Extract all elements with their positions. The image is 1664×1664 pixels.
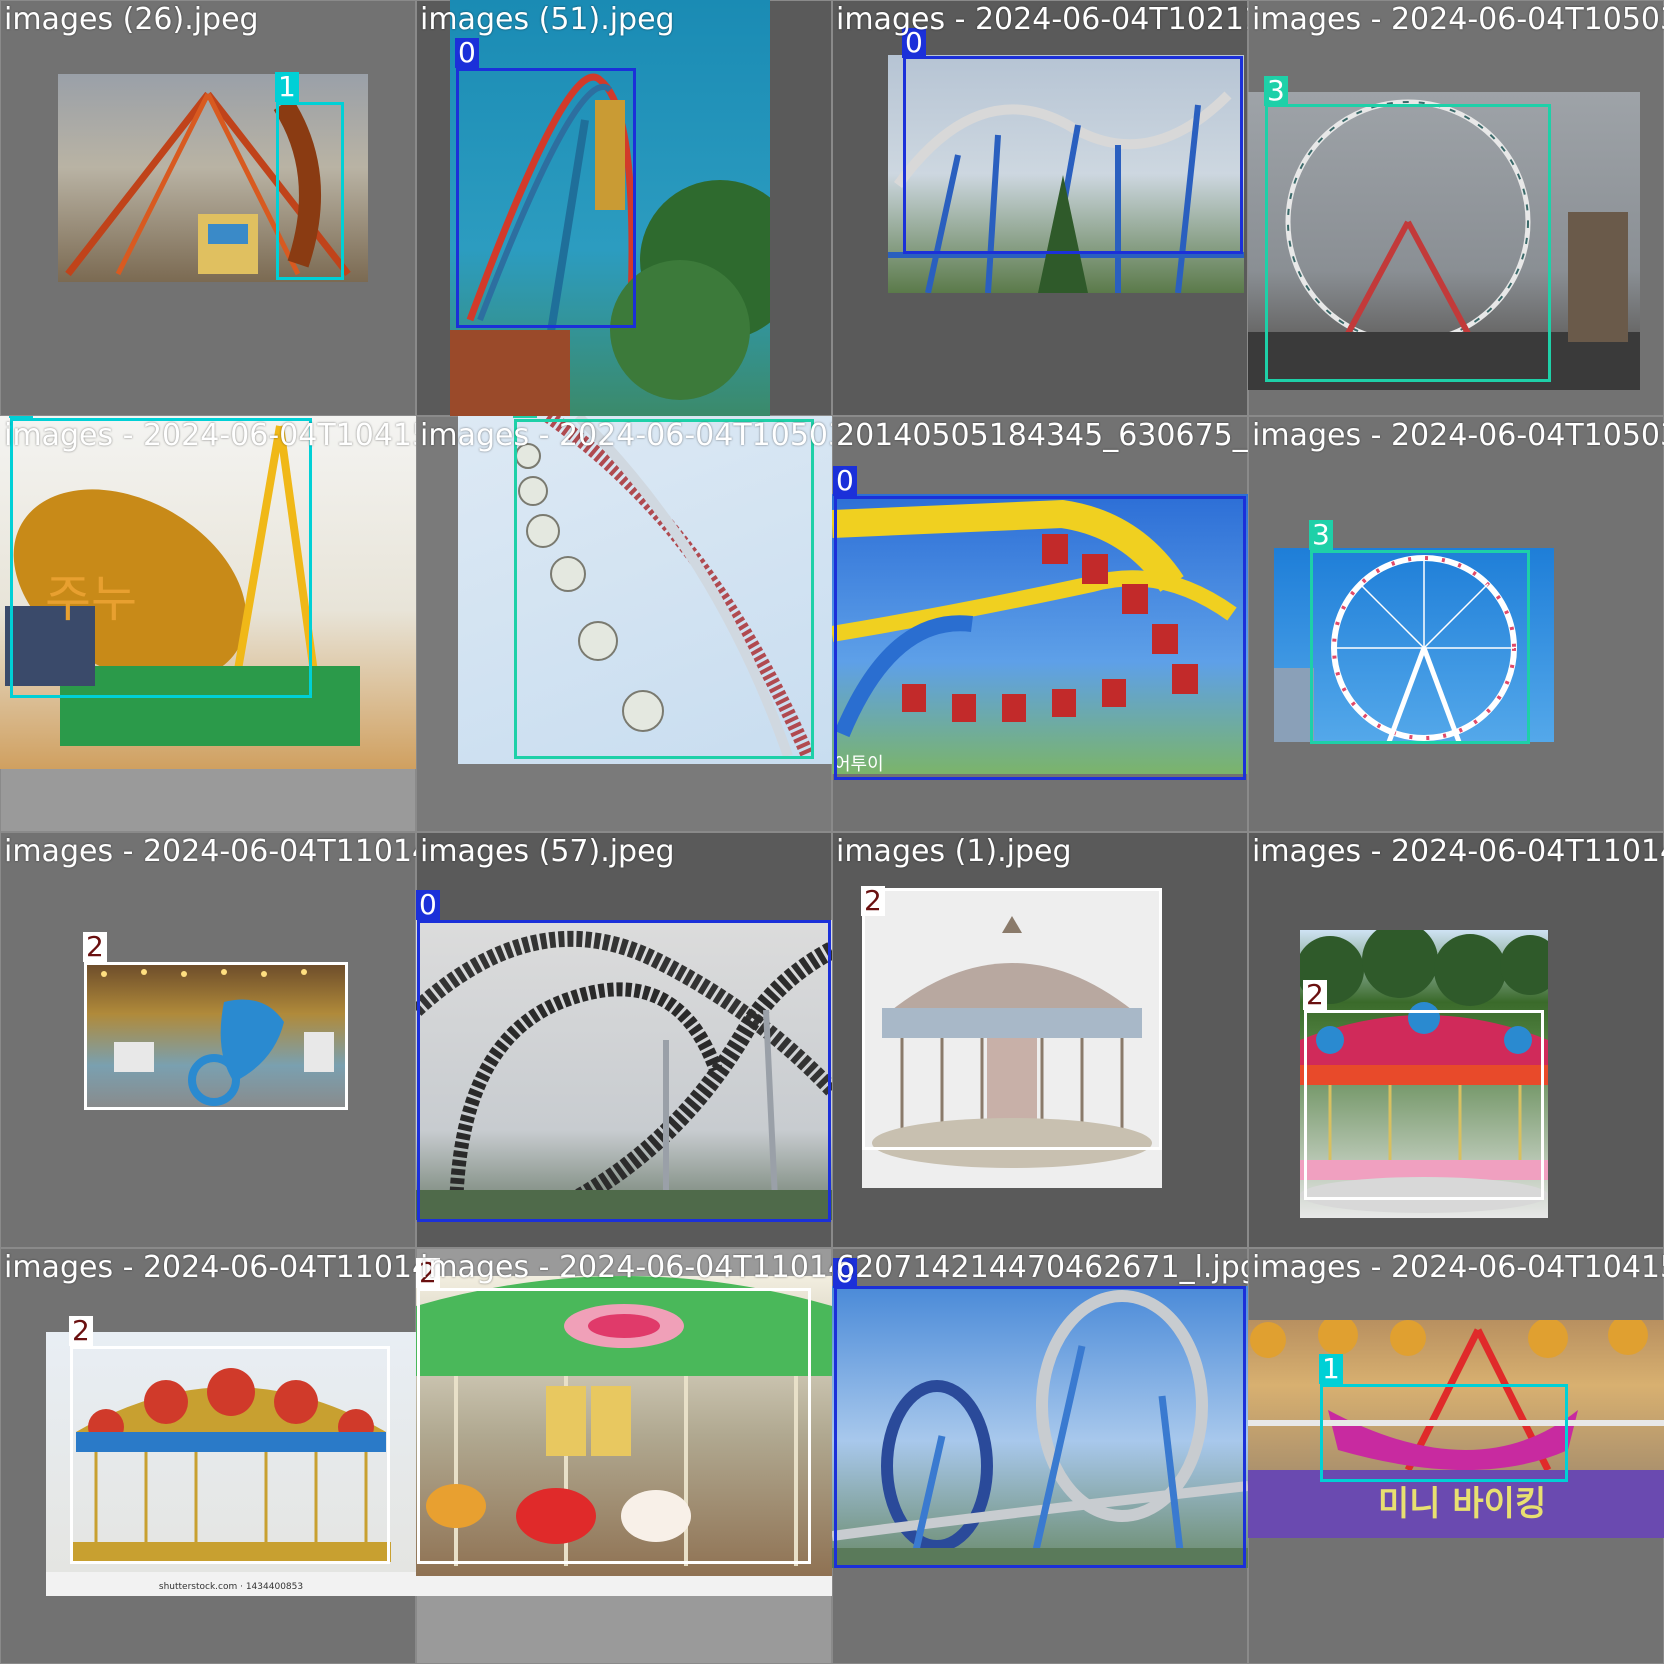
tile[interactable]: 2 images - 2024-06-04T110143.362.jpeg bbox=[416, 1248, 832, 1664]
detection-box bbox=[834, 1286, 1246, 1568]
tile[interactable]: 3 images - 2024-06-04T105039 bbox=[1248, 416, 1664, 832]
class-label: 2 bbox=[1303, 980, 1327, 1010]
tile[interactable]: 3 images - 2024-06-04T105032.jpeg bbox=[416, 416, 832, 832]
tile-filename: 620714214470462671_l.jpg bbox=[836, 1250, 1248, 1285]
tile-filename: images - 2024-06-04T110147.653.jpeg bbox=[4, 1250, 416, 1285]
class-label: 1 bbox=[275, 72, 299, 102]
detection-box bbox=[834, 496, 1246, 780]
tile-filename: images - 2024-06-04T105039 bbox=[1252, 2, 1664, 37]
tile[interactable]: 어투이 0 20140505184345_630675_600_394.jpg bbox=[832, 416, 1248, 832]
tile-filename: images - 2024-06-04T102116.630.jpeg bbox=[836, 2, 1248, 37]
detection-box bbox=[862, 888, 1162, 1150]
tile-filename: images (1).jpeg bbox=[836, 834, 1072, 869]
tile[interactable]: 0 images - 2024-06-04T102116.630.jpeg bbox=[832, 0, 1248, 416]
tile-filename: images - 2024-06-04T105032.jpeg bbox=[420, 418, 832, 453]
tile[interactable]: shutterstock.com · 1434400853 2 images -… bbox=[0, 1248, 416, 1664]
detection-box bbox=[1265, 104, 1551, 382]
tile-filename: images (57).jpeg bbox=[420, 834, 675, 869]
detection-box bbox=[903, 56, 1243, 254]
tile[interactable]: 3 images - 2024-06-04T105039 bbox=[1248, 0, 1664, 416]
detection-box bbox=[1310, 550, 1530, 744]
tile[interactable]: 미니 바이킹 1 images - 2024-06-04T104154 bbox=[1248, 1248, 1664, 1664]
class-label: 2 bbox=[69, 1316, 93, 1346]
tile[interactable]: 0 620714214470462671_l.jpg bbox=[832, 1248, 1248, 1664]
detection-box bbox=[417, 1288, 811, 1564]
detection-box bbox=[1304, 1010, 1544, 1200]
tile-filename: images (26).jpeg bbox=[4, 2, 259, 37]
class-label: 0 bbox=[833, 466, 857, 496]
ride-signage: 미니 바이킹 bbox=[1378, 1484, 1546, 1524]
class-label: 0 bbox=[455, 38, 479, 68]
detection-box bbox=[84, 962, 348, 1110]
tile[interactable]: 0 images (51).jpeg bbox=[416, 0, 832, 416]
mosaic-grid: 1 images (26).jpeg 0 images (51).jpeg 0 … bbox=[0, 0, 1664, 1664]
class-label: 3 bbox=[1309, 520, 1333, 550]
tile-filename: images - 2024-06-04T105039 bbox=[1252, 418, 1664, 453]
detection-box bbox=[514, 419, 814, 759]
detection-box bbox=[417, 920, 831, 1222]
class-label: 3 bbox=[1264, 76, 1288, 106]
tile-filename: images (51).jpeg bbox=[420, 2, 675, 37]
tile-filename: images - 2024-06-04T11014 bbox=[1252, 834, 1664, 869]
tile[interactable]: 1 images (26).jpeg bbox=[0, 0, 416, 416]
tile[interactable]: 0 images (57).jpeg bbox=[416, 832, 832, 1248]
class-label: 2 bbox=[861, 886, 885, 916]
detection-box bbox=[10, 418, 312, 698]
class-label: 1 bbox=[1319, 1354, 1343, 1384]
tile[interactable]: 2 images (1).jpeg bbox=[832, 832, 1248, 1248]
class-label: 2 bbox=[83, 932, 107, 962]
detection-box bbox=[1320, 1384, 1568, 1482]
tile-filename: images - 2024-06-04T104154.jpeg bbox=[4, 418, 416, 453]
tile-filename: images - 2024-06-04T104154 bbox=[1252, 1250, 1664, 1285]
detection-box bbox=[456, 68, 636, 328]
tile[interactable]: 2 images - 2024-06-04T11014 bbox=[1248, 832, 1664, 1248]
detection-box bbox=[70, 1346, 390, 1564]
tile[interactable]: 주누 1 images - 2024-06-04T104154.jpeg bbox=[0, 416, 416, 832]
watermark: shutterstock.com · 1434400853 bbox=[159, 1582, 303, 1592]
tile-filename: images - 2024-06-04T110149.902.jpeg bbox=[4, 834, 416, 869]
class-label: 0 bbox=[416, 890, 440, 920]
detection-box bbox=[276, 102, 344, 280]
tile[interactable]: 2 images - 2024-06-04T110149.902.jpeg bbox=[0, 832, 416, 1248]
tile-filename: images - 2024-06-04T110143.362.jpeg bbox=[420, 1250, 832, 1285]
tile-filename: 20140505184345_630675_600_394.jpg bbox=[836, 418, 1248, 453]
